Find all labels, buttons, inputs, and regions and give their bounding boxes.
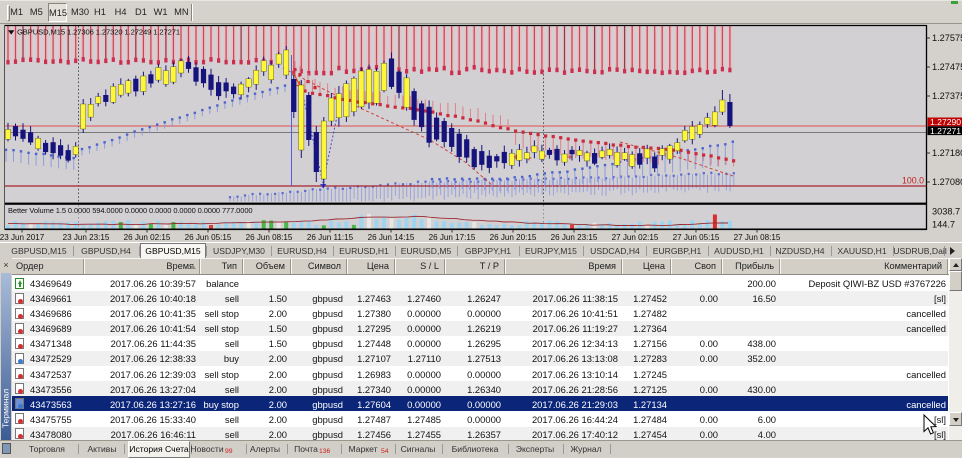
svg-text:1.27575: 1.27575 — [932, 33, 962, 43]
svg-text:23 Jun 2017: 23 Jun 2017 — [0, 233, 45, 242]
svg-text:26 Jun 05:15: 26 Jun 05:15 — [185, 233, 232, 242]
svg-text:3038.7: 3038.7 — [932, 207, 960, 217]
svg-text:27 Jun 02:15: 27 Jun 02:15 — [612, 233, 659, 242]
svg-text:26 Jun 02:15: 26 Jun 02:15 — [124, 233, 171, 242]
svg-text:1.27271: 1.27271 — [930, 126, 961, 136]
svg-text:GBPUSD,M15 1.27306 1.27320 1.: GBPUSD,M15 1.27306 1.27320 1.27249 1.272… — [17, 28, 180, 37]
svg-text:26 Jun 20:15: 26 Jun 20:15 — [490, 233, 537, 242]
svg-text:26 Jun 23:15: 26 Jun 23:15 — [551, 233, 598, 242]
svg-text:1.27475: 1.27475 — [932, 62, 962, 72]
svg-text:23 Jun 23:15: 23 Jun 23:15 — [63, 233, 110, 242]
svg-text:26 Jun 14:15: 26 Jun 14:15 — [368, 233, 415, 242]
svg-text:Better Volume 1.5 0.0000 594.0: Better Volume 1.5 0.0000 594.0000 0.0000… — [8, 206, 252, 215]
svg-text:1.27180: 1.27180 — [932, 148, 962, 158]
svg-text:1.27375: 1.27375 — [932, 91, 962, 101]
svg-text:1.27080: 1.27080 — [932, 177, 962, 187]
svg-text:27 Jun 05:15: 27 Jun 05:15 — [673, 233, 720, 242]
svg-text:26 Jun 17:15: 26 Jun 17:15 — [429, 233, 476, 242]
svg-text:27 Jun 08:15: 27 Jun 08:15 — [734, 233, 781, 242]
svg-text:26 Jun 11:15: 26 Jun 11:15 — [307, 233, 354, 242]
svg-text:100.0: 100.0 — [902, 176, 924, 186]
svg-text:26 Jun 08:15: 26 Jun 08:15 — [246, 233, 293, 242]
svg-text:144.7: 144.7 — [932, 220, 955, 230]
